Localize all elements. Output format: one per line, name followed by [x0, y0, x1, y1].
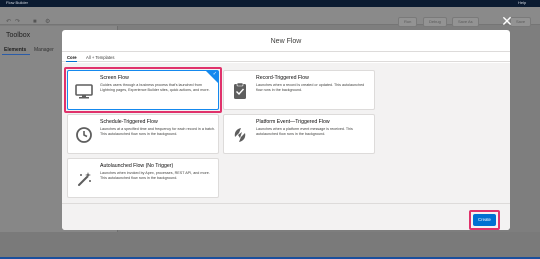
card-schedule-triggered-flow[interactable]: Schedule-Triggered Flow Launches at a sp…	[67, 114, 219, 154]
flow-type-tabs: Core All + Templates	[62, 52, 510, 62]
card-title: Record-Triggered Flow	[256, 75, 309, 81]
close-icon[interactable]: ✕	[500, 14, 514, 28]
app-top-help[interactable]: Help	[518, 0, 526, 6]
create-button-highlight	[469, 210, 500, 230]
tab-core[interactable]: Core	[67, 55, 77, 60]
flow-builder-toolbar: ↶ ↷ ■ ⚙ Run Debug Save As Save	[0, 7, 540, 27]
redo-icon[interactable]: ↷	[15, 19, 20, 25]
card-description: Launches when a record is created or upd…	[256, 83, 365, 92]
canvas-bottom	[0, 232, 540, 259]
active-tab-indicator	[2, 54, 30, 55]
tab-manager[interactable]: Manager	[34, 47, 54, 53]
modal-header: New Flow	[62, 30, 510, 52]
card-title: Autolaunched Flow (No Trigger)	[100, 163, 174, 169]
screen-flow-highlight	[64, 67, 222, 113]
card-description: Launches at a specified time and frequen…	[100, 127, 215, 136]
platform-event-icon	[229, 124, 251, 146]
modal-footer: Create	[62, 203, 510, 230]
settings-icon[interactable]: ⚙	[45, 19, 50, 25]
tab-elements[interactable]: Elements	[4, 47, 26, 53]
card-description: Launches when invoked by Apex, processes…	[100, 171, 210, 180]
app-top-title: Flow Builder	[6, 0, 29, 5]
card-title: Schedule-Triggered Flow	[100, 119, 158, 125]
clock-icon	[73, 124, 95, 146]
toolbox-title: Toolbox	[6, 32, 31, 39]
undo-icon[interactable]: ↶	[6, 19, 11, 25]
debug-button[interactable]: Debug	[423, 17, 447, 27]
tab-core-underline	[66, 61, 77, 62]
new-flow-modal: New Flow Core All + Templates Screen Flo…	[62, 30, 510, 230]
modal-title: New Flow	[270, 38, 302, 45]
card-record-triggered-flow[interactable]: Record-Triggered Flow Launches when a re…	[223, 70, 375, 110]
card-title: Platform Event—Triggered Flow	[256, 119, 330, 125]
debug-icon[interactable]: ■	[33, 19, 37, 25]
save-as-button[interactable]: Save As	[452, 17, 479, 27]
card-platform-event-flow[interactable]: Platform Event—Triggered Flow Launches w…	[223, 114, 375, 154]
card-autolaunched-flow[interactable]: Autolaunched Flow (No Trigger) Launches …	[67, 158, 219, 198]
magic-wand-icon	[73, 168, 95, 190]
flow-type-grid: Screen Flow Guides users through a busin…	[62, 63, 510, 203]
card-description: Launches when a platform event message i…	[256, 127, 353, 136]
clipboard-icon	[229, 80, 251, 102]
run-button[interactable]: Run	[398, 17, 418, 27]
tab-all-templates[interactable]: All + Templates	[86, 55, 114, 60]
app-top-bar: Flow Builder Help	[0, 0, 540, 7]
